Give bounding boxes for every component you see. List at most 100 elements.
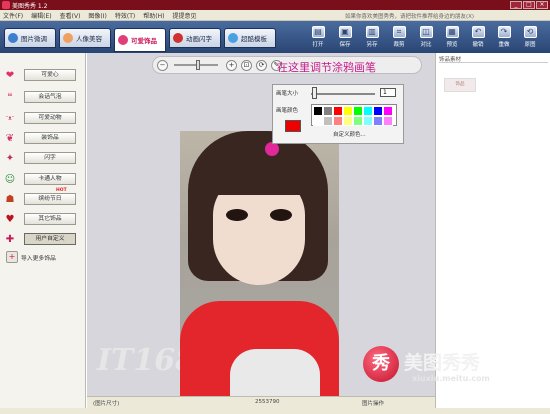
category-decorations[interactable]: ❦ 装饰品	[2, 129, 84, 147]
original-button[interactable]: ⟲ 原图	[518, 24, 542, 50]
brand-logo: 秀	[363, 346, 399, 382]
custom-color-button[interactable]: 自定义颜色...	[333, 130, 366, 138]
preview-button[interactable]: ▦ 预览	[440, 24, 464, 50]
category-label: 缤纷节日	[24, 193, 76, 205]
tab-animated-text[interactable]: 动画闪字	[169, 28, 221, 48]
save-as-button[interactable]: ▥ 另存	[360, 24, 384, 50]
tab-portrait-beauty[interactable]: 人像美容	[59, 28, 111, 48]
tool-label: 另存	[366, 42, 378, 48]
redo-icon: ↷	[497, 26, 511, 38]
menu-view[interactable]: 查看(V)	[60, 11, 81, 20]
current-brush-color	[285, 120, 301, 132]
save-button[interactable]: ▣ 保存	[333, 24, 357, 50]
category-holidays[interactable]: ☗ 缤纷节日 HOT	[2, 188, 84, 208]
menu-effects[interactable]: 特效(T)	[115, 11, 135, 20]
category-label: 闪字	[24, 152, 76, 164]
crop-button[interactable]: ⌗ 裁剪	[387, 24, 411, 50]
brush-hint-callout: 在这里调节涂鸦画笔	[277, 61, 376, 74]
color-swatch[interactable]	[313, 116, 323, 126]
hot-badge: HOT	[56, 188, 67, 193]
menu-feedback[interactable]: 提提意见	[172, 11, 196, 20]
menu-file[interactable]: 文件(F)	[3, 11, 23, 20]
color-swatch[interactable]	[333, 106, 343, 116]
tab-cool-templates[interactable]: 超酷模板	[224, 28, 276, 48]
accessory-category-panel: ❤ 可爱心 ❝ 会话气泡 ᵔᴥᵔ 可爱动物 ❦ 装饰品 ✦ 闪字 ☺ 卡通人物 …	[0, 53, 86, 408]
cartoon-face-icon: ☺	[4, 173, 16, 185]
sparkle-text-icon: ✦	[5, 152, 15, 164]
minimize-button[interactable]: _	[510, 1, 522, 9]
category-label: 卡通人物	[24, 173, 76, 185]
import-more-accessories-button[interactable]: + 导入更多饰品	[6, 250, 80, 264]
tab-label: 动画闪字	[186, 35, 212, 43]
restore-icon: ⟲	[523, 26, 537, 38]
color-swatch[interactable]	[333, 116, 343, 126]
tab-label: 超酷模板	[241, 35, 267, 43]
redo-button[interactable]: ↷ 重做	[492, 24, 516, 50]
portrait-icon	[63, 33, 73, 43]
zoom-slider[interactable]	[174, 60, 218, 70]
category-label: 装饰品	[24, 132, 76, 144]
category-sparkle-text[interactable]: ✦ 闪字	[2, 149, 84, 167]
tool-label: 重做	[498, 42, 510, 48]
speech-bubble-icon: ❝	[7, 91, 13, 103]
category-other-accessories[interactable]: ♥ 其它饰品	[2, 210, 84, 228]
brush-size-slider[interactable]	[311, 93, 375, 95]
zoom-slider-thumb[interactable]	[196, 60, 200, 70]
tab-cute-accessories[interactable]: 可爱饰品	[114, 28, 166, 52]
menu-image[interactable]: 图像(I)	[88, 11, 106, 20]
compare-icon: ◫	[419, 26, 433, 38]
brush-size-label: 画笔大小	[276, 91, 299, 97]
edited-photo[interactable]	[180, 131, 339, 401]
menu-bar: 文件(F) 编辑(E) 查看(V) 图像(I) 特效(T) 帮助(H) 提提意见…	[0, 10, 550, 21]
close-button[interactable]: ×	[536, 1, 548, 9]
color-swatch[interactable]	[383, 106, 393, 116]
canvas-area[interactable]: IT168 − + ⊡ ⟳ ✎ 在这里调节涂鸦画笔 画笔大小 1 画笔颜色 自定…	[87, 53, 435, 401]
color-swatch[interactable]	[383, 116, 393, 126]
color-swatch[interactable]	[313, 106, 323, 116]
panel-header: 饰品素材	[439, 55, 548, 63]
recommend-notice[interactable]: 如果你喜欢美图秀秀，请把软件推荐给身边的朋友(X)	[345, 12, 474, 20]
color-swatch[interactable]	[343, 116, 353, 126]
color-swatch[interactable]	[363, 106, 373, 116]
rotate-icon[interactable]: ⟳	[256, 59, 267, 71]
compare-button[interactable]: ◫ 对比	[414, 24, 438, 50]
category-speech-bubbles[interactable]: ❝ 会话气泡	[2, 88, 84, 106]
brush-size-thumb[interactable]	[312, 87, 317, 99]
category-label: 其它饰品	[24, 213, 76, 225]
category-cartoon-characters[interactable]: ☺ 卡通人物	[2, 170, 84, 188]
color-swatch[interactable]	[343, 106, 353, 116]
color-swatch[interactable]	[373, 106, 383, 116]
holiday-icon: ☗	[5, 193, 15, 205]
category-user-defined[interactable]: ✚ 用户自定义	[2, 230, 84, 248]
bow-icon: ❦	[5, 132, 15, 144]
menu-edit[interactable]: 编辑(E)	[31, 11, 51, 20]
undo-button[interactable]: ↶ 撤销	[466, 24, 490, 50]
color-swatch[interactable]	[353, 106, 363, 116]
brush-size-input[interactable]: 1	[380, 88, 396, 97]
brush-cursor	[265, 142, 279, 156]
tool-label: 预览	[446, 42, 458, 48]
cat-face-icon: ᵔᴥᵔ	[5, 114, 15, 122]
tab-label: 可爱饰品	[131, 37, 157, 45]
accessory-thumbnail[interactable]: 饰品	[444, 78, 476, 92]
tab-photo-adjust[interactable]: 图片微调	[4, 28, 56, 48]
color-swatch[interactable]	[363, 116, 373, 126]
maximize-button[interactable]: □	[523, 1, 535, 9]
fit-window-icon[interactable]: ⊡	[241, 59, 252, 71]
color-swatch[interactable]	[323, 106, 333, 116]
color-swatch[interactable]	[353, 116, 363, 126]
category-label: 会话气泡	[24, 91, 76, 103]
category-cute-animals[interactable]: ᵔᴥᵔ 可爱动物	[2, 109, 84, 127]
color-swatch[interactable]	[373, 116, 383, 126]
menu-help[interactable]: 帮助(H)	[143, 11, 164, 20]
brand-url: xiuxiu.meitu.com	[412, 374, 490, 383]
zoom-out-icon[interactable]: −	[157, 59, 168, 71]
color-swatch[interactable]	[323, 116, 333, 126]
bottom-strip	[0, 408, 550, 414]
brand-name: 美图秀秀	[404, 352, 481, 374]
zoom-in-icon[interactable]: +	[226, 59, 237, 71]
tool-label: 对比	[420, 42, 432, 48]
app-icon	[2, 1, 10, 9]
category-cute-hearts[interactable]: ❤ 可爱心	[2, 66, 84, 84]
open-button[interactable]: ▤ 打开	[306, 24, 330, 50]
